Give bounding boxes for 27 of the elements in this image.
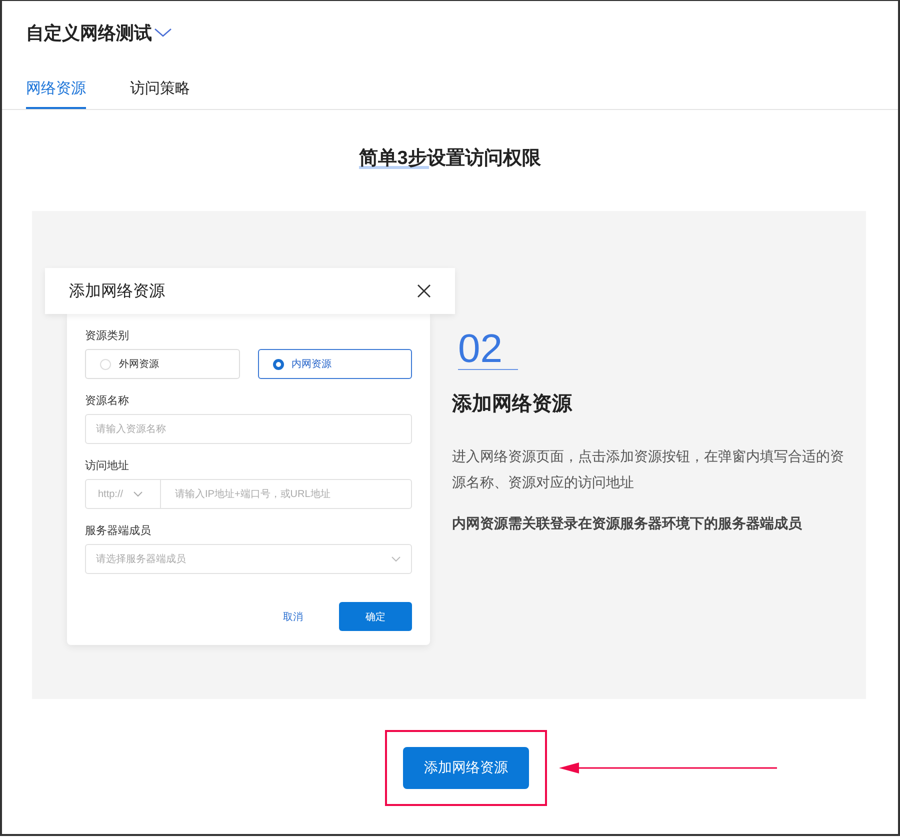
chevron-down-icon[interactable] [154,28,172,38]
tab[interactable]: 访问策略 [130,75,190,109]
close-icon[interactable] [417,284,431,298]
arrow-icon [559,762,779,774]
step-description: 进入网络资源页面，点击添加资源按钮，在弹窗内填写合适的资源名称、资源对应的访问地址 [452,447,845,492]
input-field[interactable]: 请输入IP地址+端口号，或URL地址 [161,487,330,501]
select-field[interactable]: 请选择服务器端成员 [85,544,412,574]
page-title: 自定义网络测试 [26,22,152,45]
input-field[interactable]: 请输入资源名称 [85,414,412,444]
add-resource-button[interactable]: 添加网络资源 [403,747,529,789]
section-heading: 简单3步设置访问权限 [359,148,541,169]
step-title: 添加网络资源 [452,392,574,417]
field-label: 资源类别 [85,329,130,343]
field-label: 访问地址 [85,458,130,473]
confirm-button[interactable]: 确定 [339,602,412,631]
chevron-down-icon [133,491,144,497]
radio-option[interactable]: 外网资源 [85,349,240,379]
chevron-down-icon [391,556,401,562]
field-label: 服务器端成员 [85,524,152,538]
radio-option[interactable]: 内网资源 [258,349,412,379]
field-label: 资源名称 [85,394,130,408]
step-note: 内网资源需关联登录在资源服务器环境下的服务器端成员 [452,515,803,533]
dialog-title: 添加网络资源 [69,282,165,302]
step-number: 02 [458,329,518,370]
tab[interactable]: 网络资源 [26,75,86,109]
cancel-button[interactable]: 取消 [277,608,309,624]
protocol-dropdown[interactable]: http:// [86,480,161,508]
